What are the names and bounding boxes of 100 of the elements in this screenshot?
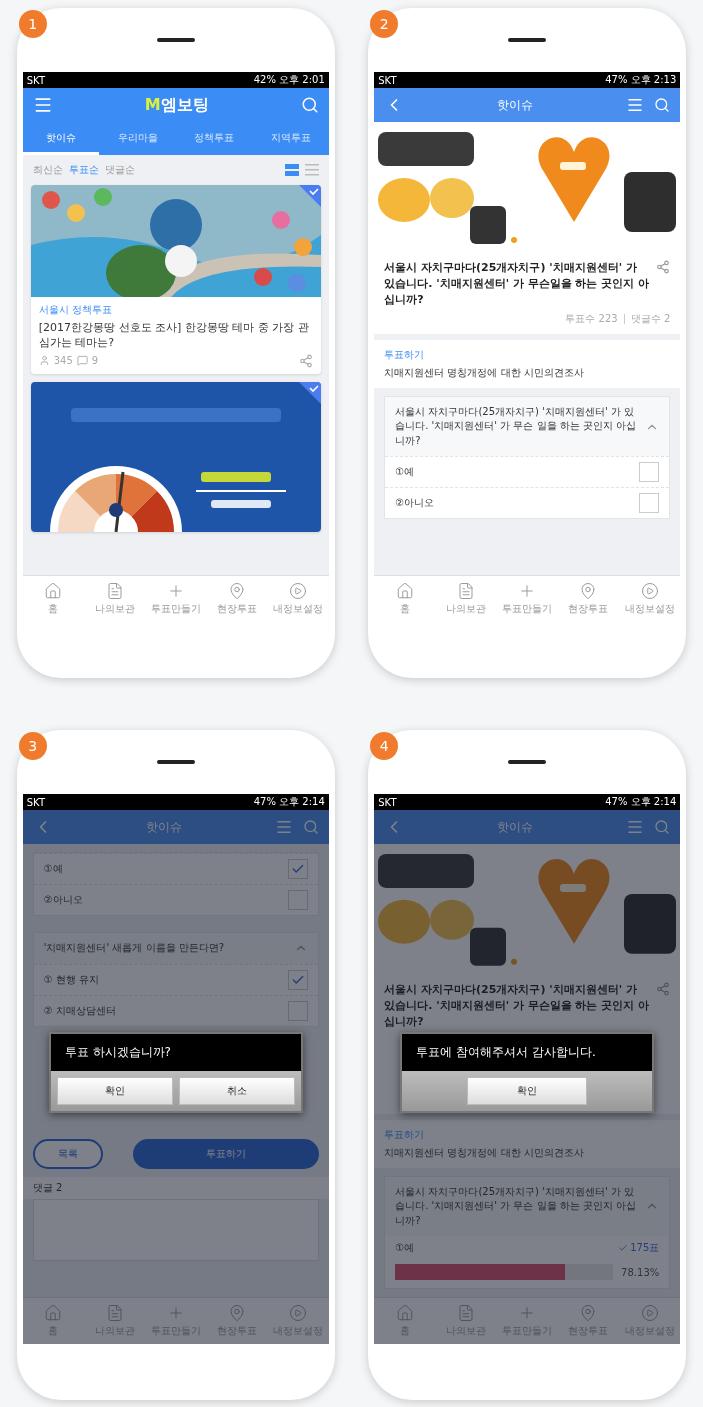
checkbox[interactable] bbox=[639, 493, 660, 514]
vote-button[interactable]: 투표하기 bbox=[132, 1138, 319, 1169]
post-category: 서울시 정책투표 bbox=[38, 303, 113, 317]
nav-item[interactable]: 홈 bbox=[22, 576, 84, 622]
option-label: ②아니오 bbox=[43, 893, 83, 907]
carrier-label: SKT bbox=[26, 796, 45, 808]
sort-option[interactable]: 투표순 bbox=[68, 163, 99, 177]
sort-option[interactable]: 최신순 bbox=[32, 163, 63, 177]
survey-title: 치매지원센터 명칭개정에 대한 시민의견조사 bbox=[384, 365, 585, 380]
option-label: ② 치매상담센터 bbox=[43, 1003, 116, 1018]
home-icon bbox=[44, 582, 63, 600]
check-icon bbox=[290, 862, 305, 876]
menu-icon[interactable] bbox=[626, 818, 645, 836]
document-icon bbox=[457, 1304, 476, 1322]
nav-item[interactable]: 현장투표 bbox=[557, 576, 620, 622]
screen-title: 핫이슈 bbox=[496, 818, 535, 836]
sort-option[interactable]: 댓글순 bbox=[104, 163, 135, 177]
option-label: ①예 bbox=[395, 465, 415, 480]
survey-label: 투표하기 bbox=[384, 1127, 426, 1142]
share-icon[interactable] bbox=[656, 260, 671, 274]
screen-title: 핫이슈 bbox=[144, 818, 183, 836]
comment-icon bbox=[76, 355, 88, 367]
phone-speaker bbox=[156, 760, 195, 764]
search-icon[interactable] bbox=[300, 96, 319, 114]
map-pin-icon bbox=[579, 1304, 598, 1322]
checkbox[interactable] bbox=[287, 969, 308, 990]
tab[interactable]: 지역투표 bbox=[252, 122, 329, 155]
post-card[interactable]: 서울시 정책투표 [2017한강몽땅 선호도 조사] 한강몽땅 테마 중 가장 관심가는 테마는? 345 9 bbox=[30, 185, 321, 374]
tab[interactable]: 핫이슈 bbox=[22, 122, 100, 155]
app-logo: M엠보팅 bbox=[143, 94, 210, 116]
nav-item[interactable]: 홈 bbox=[374, 576, 436, 622]
share-icon[interactable] bbox=[656, 981, 671, 996]
document-icon bbox=[457, 582, 476, 600]
tab[interactable]: 정책투표 bbox=[175, 122, 253, 155]
option-label: ①예 bbox=[43, 862, 63, 876]
phone-speaker bbox=[508, 38, 547, 42]
dialog-button[interactable]: 확인 bbox=[467, 1077, 588, 1105]
phone-speaker bbox=[508, 760, 547, 764]
step-badge: 2 bbox=[370, 10, 399, 38]
map-pin-icon bbox=[227, 1304, 246, 1322]
home-icon bbox=[395, 1304, 414, 1322]
map-pin-icon bbox=[579, 582, 598, 600]
option-label: ① 현행 유지 bbox=[43, 972, 100, 987]
play-circle-icon bbox=[289, 582, 308, 600]
check-icon bbox=[618, 1243, 629, 1253]
post-title: [2017한강몽땅 선호도 조사] 한강몽땅 테마 중 가장 관심가는 테마는? bbox=[38, 320, 310, 351]
status-info: 47% 오후 2:14 bbox=[253, 795, 325, 809]
list-view-icon[interactable] bbox=[304, 164, 319, 176]
step-badge: 4 bbox=[370, 732, 399, 760]
status-info: 42% 오후 2:01 bbox=[253, 73, 325, 87]
result-count: 175표 bbox=[630, 1241, 660, 1255]
tab[interactable]: 우리마을 bbox=[99, 122, 176, 155]
nav-item[interactable]: 나의보관 bbox=[83, 576, 146, 622]
map-pin-icon bbox=[227, 582, 246, 600]
nav-item[interactable]: 나의보관 bbox=[435, 576, 497, 622]
card-view-icon[interactable] bbox=[284, 164, 299, 176]
play-circle-icon bbox=[289, 1304, 308, 1322]
article-title: 서울시 자치구마다(25개자치구) '치매지원센터' 가 있습니다. '치매지원센터' 가 무슨일을 하는 곳인지 아십니까? bbox=[384, 981, 651, 1030]
phone-speaker bbox=[156, 38, 195, 42]
search-icon[interactable] bbox=[302, 819, 319, 835]
person-icon bbox=[38, 355, 50, 367]
vote-count: 투표수 223 bbox=[565, 311, 618, 326]
carrier-label: SKT bbox=[26, 74, 45, 86]
comment-count: 9 bbox=[91, 355, 99, 367]
vote-count: 345 bbox=[53, 355, 73, 367]
screen-title: 핫이슈 bbox=[496, 96, 535, 114]
menu-icon[interactable] bbox=[274, 818, 293, 836]
list-button[interactable]: 목록 bbox=[32, 1138, 103, 1169]
dialog-button[interactable]: 확인 bbox=[56, 1077, 173, 1105]
document-icon bbox=[105, 1304, 124, 1322]
question-text: 서울시 자치구마다(25개자치구) '치매지원센터' 가 있습니다. '치매지원센터' 가 무슨 일을 하는 곳인지 아십니까? bbox=[395, 1184, 638, 1228]
nav-item[interactable]: 투표만들기 bbox=[145, 576, 207, 622]
share-icon[interactable] bbox=[298, 353, 313, 368]
step-badge: 1 bbox=[18, 10, 47, 38]
checkbox[interactable] bbox=[287, 859, 308, 879]
result-percent: 78.13% bbox=[621, 1266, 660, 1278]
document-icon bbox=[105, 582, 124, 600]
comment-count: 댓글수 2 bbox=[630, 311, 671, 326]
dialog-message: 투표에 참여해주셔서 감사합니다. bbox=[402, 1034, 653, 1071]
play-circle-icon bbox=[640, 1304, 659, 1322]
option-label: ①예 bbox=[395, 1241, 415, 1255]
status-info: 47% 오후 2:13 bbox=[605, 73, 677, 87]
nav-item[interactable]: 투표만들기 bbox=[496, 576, 558, 622]
dialog-button[interactable]: 취소 bbox=[178, 1077, 295, 1105]
comments-title: 댓글 2 bbox=[22, 1176, 329, 1199]
menu-icon[interactable] bbox=[626, 96, 645, 114]
survey-title: 치매지원센터 명칭개정에 대한 시민의견조사 bbox=[384, 1145, 585, 1160]
checkbox[interactable] bbox=[639, 462, 660, 483]
step-badge: 3 bbox=[18, 732, 47, 760]
carrier-label: SKT bbox=[378, 74, 397, 86]
search-icon[interactable] bbox=[654, 97, 671, 113]
search-icon[interactable] bbox=[654, 819, 671, 835]
play-circle-icon bbox=[640, 582, 659, 600]
survey-label: 투표하기 bbox=[384, 347, 426, 362]
home-icon bbox=[395, 582, 414, 600]
option-label: ②아니오 bbox=[395, 496, 435, 511]
nav-item[interactable]: 내정보설정 bbox=[619, 576, 681, 622]
nav-item[interactable]: 내정보설정 bbox=[267, 576, 329, 622]
nav-item[interactable]: 현장투표 bbox=[206, 576, 268, 622]
carrier-label: SKT bbox=[378, 796, 397, 808]
